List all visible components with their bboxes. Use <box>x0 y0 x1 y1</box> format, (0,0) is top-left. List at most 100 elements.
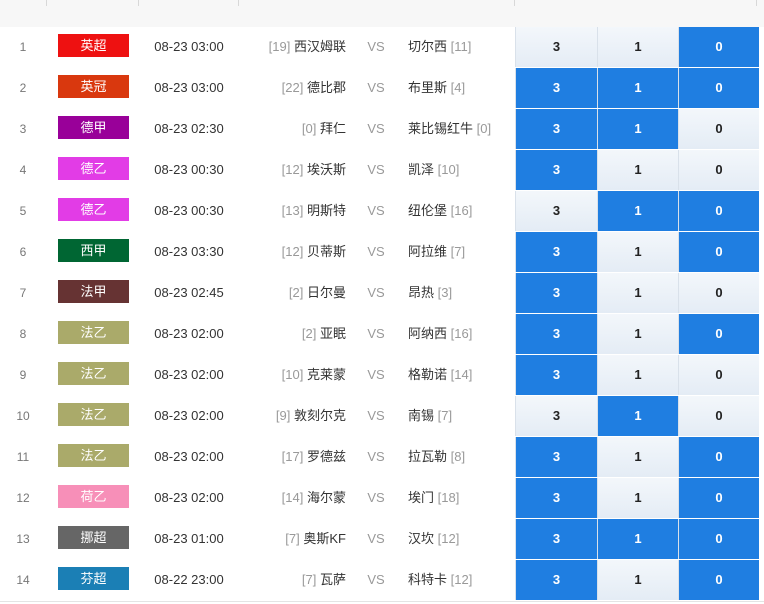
home-team[interactable]: [0] 拜仁 <box>238 109 346 149</box>
odds-option-0[interactable]: 0 <box>678 273 759 313</box>
odds-option-0[interactable]: 0 <box>678 109 759 149</box>
home-team[interactable]: [12] 贝蒂斯 <box>238 232 346 272</box>
odds-option-3[interactable]: 3 <box>515 437 597 477</box>
odds-option-3[interactable]: 3 <box>515 314 597 354</box>
away-team[interactable]: 切尔西 [11] <box>408 27 514 67</box>
odds-option-0[interactable]: 0 <box>678 191 759 231</box>
odds-option-0[interactable]: 0 <box>678 232 759 272</box>
away-team[interactable]: 埃门 [18] <box>408 478 514 518</box>
away-team[interactable]: 阿纳西 [16] <box>408 314 514 354</box>
odds-option-3[interactable]: 3 <box>515 519 597 559</box>
home-team[interactable]: [22] 德比郡 <box>238 68 346 108</box>
odds-option-0[interactable]: 0 <box>678 68 759 108</box>
home-team[interactable]: [13] 明斯特 <box>238 191 346 231</box>
league-badge[interactable]: 挪超 <box>58 526 129 549</box>
odds-option-0[interactable]: 0 <box>678 150 759 190</box>
home-team[interactable]: [10] 克莱蒙 <box>238 355 346 395</box>
league-badge[interactable]: 荷乙 <box>58 485 129 508</box>
away-team[interactable]: 纽伦堡 [16] <box>408 191 514 231</box>
odds-option-0[interactable]: 0 <box>678 560 759 600</box>
league-badge[interactable]: 法乙 <box>58 362 129 385</box>
odds-option-1[interactable]: 1 <box>597 478 678 518</box>
league-badge[interactable]: 德甲 <box>58 116 129 139</box>
away-team[interactable]: 格勒诺 [14] <box>408 355 514 395</box>
match-time: 08-23 02:00 <box>154 449 224 464</box>
home-team[interactable]: [9] 敦刻尔克 <box>238 396 346 436</box>
away-team-name: 汉坎 <box>408 531 435 546</box>
odds-option-1[interactable]: 1 <box>597 560 678 600</box>
odds-option-3[interactable]: 3 <box>515 232 597 272</box>
vs-label: VS <box>367 285 385 300</box>
away-team[interactable]: 布里斯 [4] <box>408 68 514 108</box>
odds-option-1[interactable]: 1 <box>597 273 678 313</box>
league-badge[interactable]: 法甲 <box>58 280 129 303</box>
odds-option-1[interactable]: 1 <box>597 27 678 67</box>
odds-option-0[interactable]: 0 <box>678 478 759 518</box>
league-badge[interactable]: 法乙 <box>58 321 129 344</box>
odds-option-0[interactable]: 0 <box>678 27 759 67</box>
away-team[interactable]: 昂热 [3] <box>408 273 514 313</box>
away-rank: [12] <box>437 531 460 546</box>
odds-option-3[interactable]: 3 <box>515 109 597 149</box>
away-team[interactable]: 汉坎 [12] <box>408 519 514 559</box>
odds-option-0[interactable]: 0 <box>678 437 759 477</box>
home-team[interactable]: [17] 罗德兹 <box>238 437 346 477</box>
away-team[interactable]: 南锡 [7] <box>408 396 514 436</box>
odds-option-1[interactable]: 1 <box>597 437 678 477</box>
vs-label: VS <box>367 244 385 259</box>
odds-option-1[interactable]: 1 <box>597 355 678 395</box>
odds-option-3[interactable]: 3 <box>515 68 597 108</box>
league-badge[interactable]: 法乙 <box>58 444 129 467</box>
home-team[interactable]: [19] 西汉姆联 <box>238 27 346 67</box>
league-badge[interactable]: 英超 <box>58 34 129 57</box>
odds-option-0[interactable]: 0 <box>678 519 759 559</box>
home-team-name: 拜仁 <box>319 121 346 136</box>
home-team[interactable]: [14] 海尔蒙 <box>238 478 346 518</box>
odds-option-1[interactable]: 1 <box>597 314 678 354</box>
home-team[interactable]: [12] 埃沃斯 <box>238 150 346 190</box>
league-badge[interactable]: 法乙 <box>58 403 129 426</box>
league-badge[interactable]: 西甲 <box>58 239 129 262</box>
home-rank: [7] <box>285 531 300 546</box>
odds-option-0[interactable]: 0 <box>678 355 759 395</box>
odds-option-1[interactable]: 1 <box>597 191 678 231</box>
home-rank: [9] <box>275 408 291 423</box>
odds-option-1[interactable]: 1 <box>597 232 678 272</box>
vs-label: VS <box>367 408 385 423</box>
league-badge[interactable]: 德乙 <box>58 198 129 221</box>
home-team[interactable]: [2] 亚眠 <box>238 314 346 354</box>
away-team[interactable]: 拉瓦勒 [8] <box>408 437 514 477</box>
home-team[interactable]: [7] 瓦萨 <box>238 560 346 600</box>
home-team[interactable]: [7] 奥斯KF <box>238 519 346 559</box>
match-time: 08-23 02:30 <box>154 121 224 136</box>
away-rank: [14] <box>450 367 473 382</box>
odds-option-3[interactable]: 3 <box>515 355 597 395</box>
away-team[interactable]: 科特卡 [12] <box>408 560 514 600</box>
home-team[interactable]: [2] 日尔曼 <box>238 273 346 313</box>
odds-option-3[interactable]: 3 <box>515 396 597 436</box>
odds-option-1[interactable]: 1 <box>597 150 678 190</box>
vs-label: VS <box>367 162 385 177</box>
odds-option-0[interactable]: 0 <box>678 396 759 436</box>
league-badge[interactable]: 芬超 <box>58 567 129 590</box>
odds-option-0[interactable]: 0 <box>678 314 759 354</box>
odds-option-1[interactable]: 1 <box>597 519 678 559</box>
odds-option-1[interactable]: 1 <box>597 68 678 108</box>
odds-option-3[interactable]: 3 <box>515 150 597 190</box>
odds-option-3[interactable]: 3 <box>515 191 597 231</box>
away-team[interactable]: 莱比锡红牛 [0] <box>408 109 514 149</box>
odds-option-3[interactable]: 3 <box>515 560 597 600</box>
league-badge[interactable]: 德乙 <box>58 157 129 180</box>
row-index: 9 <box>19 368 27 382</box>
odds-option-3[interactable]: 3 <box>515 27 597 67</box>
odds-option-1[interactable]: 1 <box>597 396 678 436</box>
away-team-name: 阿拉维 <box>408 244 448 259</box>
odds-option-3[interactable]: 3 <box>515 273 597 313</box>
table-row: 14 芬超 08-22 23:00 [7] 瓦萨 VS 科特卡 [12] 3 1 0 <box>0 560 764 602</box>
away-team[interactable]: 阿拉维 [7] <box>408 232 514 272</box>
odds-option-3[interactable]: 3 <box>515 478 597 518</box>
table-header <box>0 0 764 28</box>
league-badge[interactable]: 英冠 <box>58 75 129 98</box>
away-team[interactable]: 凯泽 [10] <box>408 150 514 190</box>
odds-option-1[interactable]: 1 <box>597 109 678 149</box>
